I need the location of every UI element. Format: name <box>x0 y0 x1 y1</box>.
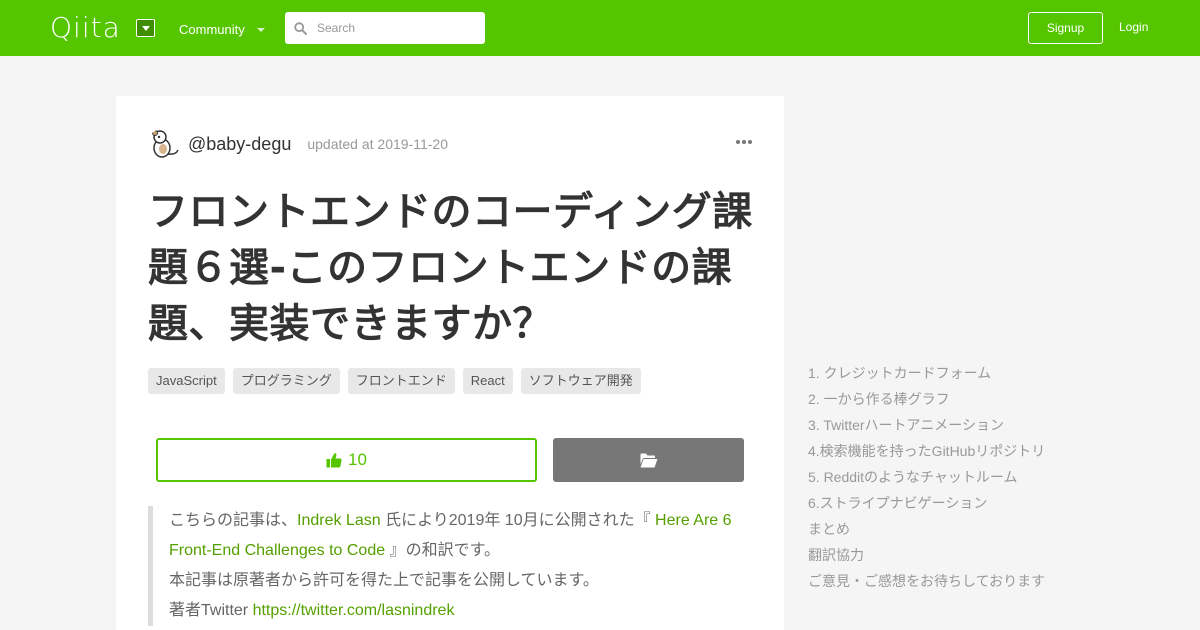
notice-line-2: 本記事は原著者から許可を得た上で記事を公開しています。 <box>169 572 599 589</box>
toc-item[interactable]: 翻訳協力 <box>808 542 1045 568</box>
login-link[interactable]: Login <box>1119 20 1148 34</box>
like-button[interactable]: 10 <box>156 438 537 482</box>
qiita-logo[interactable]: Qiita <box>50 14 121 42</box>
top-navigation-bar: Qiita Community Signup Login <box>0 0 1200 56</box>
service-menu-button[interactable] <box>136 19 155 37</box>
original-author-link[interactable]: Indrek Lasn <box>297 512 381 529</box>
avatar[interactable] <box>148 128 180 160</box>
toc-item[interactable]: ご意見・ご感想をお待ちしております <box>808 568 1045 594</box>
degu-avatar-icon <box>152 130 179 158</box>
signup-button[interactable]: Signup <box>1028 12 1103 44</box>
toc-item[interactable]: 1. クレジットカードフォーム <box>808 360 1045 386</box>
toc-item[interactable]: 5. Redditのようなチャットルーム <box>808 464 1045 490</box>
toc-item[interactable]: 3. Twitterハートアニメーション <box>808 412 1045 438</box>
tag-list: JavaScript プログラミング フロントエンド React ソフトウェア開… <box>148 368 641 394</box>
toc-item[interactable]: 2. 一から作る棒グラフ <box>808 386 1045 412</box>
table-of-contents: 1. クレジットカードフォーム 2. 一から作る棒グラフ 3. Twitterハ… <box>808 360 1045 594</box>
article-title: フロントエンドのコーディング課題６選-このフロントエンドの課題、実装できますか？ <box>148 189 753 347</box>
dot <box>742 140 746 144</box>
folder-open-icon <box>640 453 657 467</box>
thumbs-up-icon <box>326 453 342 468</box>
updated-date: updated at 2019-11-20 <box>307 136 448 152</box>
dot <box>736 140 740 144</box>
translation-notice: こちらの記事は、Indrek Lasn 氏により2019年 10月に公開された『… <box>148 506 758 626</box>
notice-text: 氏により2019年 10月に公開された『 <box>380 512 656 529</box>
notice-text: 著者Twitter <box>169 602 253 619</box>
notice-line-3: 著者Twitter https://twitter.com/lasnindrek <box>169 596 758 626</box>
search-input[interactable] <box>285 12 485 44</box>
caret-down-icon <box>141 25 150 31</box>
author-twitter-link[interactable]: https://twitter.com/lasnindrek <box>253 602 455 619</box>
logo-text: Qiita <box>50 11 121 44</box>
community-label: Community <box>179 22 245 37</box>
notice-text: 』の和訳です。 <box>385 542 500 559</box>
tag[interactable]: ソフトウェア開発 <box>520 368 641 394</box>
chevron-down-icon <box>256 27 265 32</box>
stock-button[interactable] <box>553 438 744 482</box>
tag[interactable]: JavaScript <box>148 368 225 394</box>
author-username[interactable]: @baby-degu <box>188 134 291 155</box>
tag[interactable]: React <box>462 368 513 394</box>
more-options-icon[interactable] <box>736 140 752 144</box>
article-card: @baby-degu updated at 2019-11-20 フロントエンド… <box>116 96 784 630</box>
tag[interactable]: プログラミング <box>232 368 340 394</box>
tag[interactable]: フロントエンド <box>347 368 455 394</box>
search-box[interactable] <box>285 12 485 44</box>
notice-text: こちらの記事は、 <box>169 512 298 529</box>
community-menu[interactable]: Community <box>179 22 265 37</box>
search-icon <box>294 22 307 35</box>
dot <box>748 140 752 144</box>
toc-item[interactable]: 4.検索機能を持ったGitHubリポジトリ <box>808 438 1045 464</box>
toc-item[interactable]: まとめ <box>808 516 1045 542</box>
notice-line-1: こちらの記事は、Indrek Lasn 氏により2019年 10月に公開された『… <box>169 506 758 566</box>
like-count: 10 <box>348 450 367 469</box>
author-info: @baby-degu updated at 2019-11-20 <box>148 128 448 160</box>
toc-item[interactable]: 6.ストライプナビゲーション <box>808 490 1045 516</box>
